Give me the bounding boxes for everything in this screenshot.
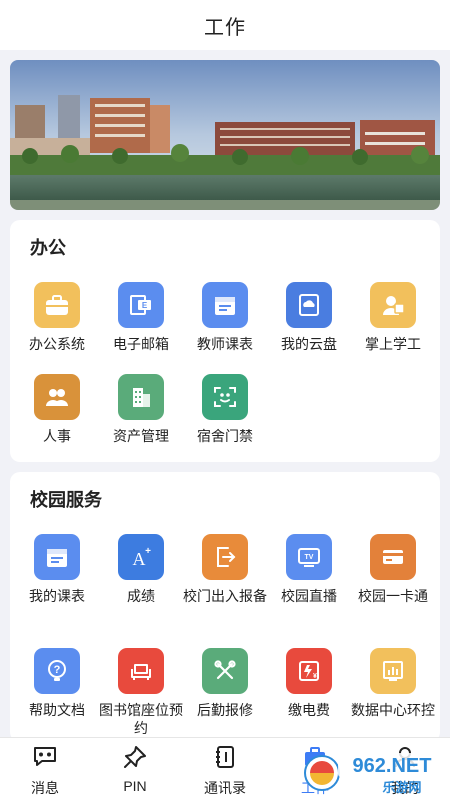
campus-item-label: 校园一卡通 [358, 588, 428, 604]
contacts-icon [216, 746, 234, 768]
office-item-label: 我的云盘 [281, 336, 337, 352]
campus-item-label: 帮助文档 [29, 702, 85, 718]
office-item-dorm-access[interactable]: 宿舍门禁 [182, 374, 268, 445]
campus-item-label: 数据中心环控 [351, 702, 435, 718]
svg-text:962.NET: 962.NET [353, 755, 432, 777]
svg-text:E: E [142, 301, 148, 310]
office-item-office-system[interactable]: 办公系统 [14, 282, 100, 353]
nav-item-messages[interactable]: 消息 [0, 744, 90, 798]
help-icon: ? [34, 648, 80, 694]
card-icon [370, 534, 416, 580]
page-title: 工作 [204, 16, 246, 39]
cloud-disk-icon [286, 282, 332, 328]
schedule-icon [34, 534, 80, 580]
campus-item-campus-card[interactable]: 校园一卡通 [350, 534, 436, 605]
office-item-student-work[interactable]: 掌上学工 [350, 282, 436, 353]
campus-services-section: 校园服务 我的课表 A + 成绩 校门出入报备 TV 校园直播 校园一卡通 ? 帮… [10, 472, 440, 742]
office-item-label: 教师课表 [197, 336, 253, 352]
campus-item-data-center[interactable]: 数据中心环控 [350, 648, 436, 719]
campus-item-label: 校园直播 [281, 588, 337, 604]
office-item-label: 宿舍门禁 [197, 428, 253, 444]
nav-item-contacts[interactable]: 通讯录 [180, 744, 270, 798]
nav-label: PIN [123, 778, 147, 794]
nav-label: 消息 [31, 780, 59, 796]
campus-item-label: 校门出入报备 [183, 588, 267, 604]
office-item-label: 资产管理 [113, 428, 169, 444]
svg-text:乐游网: 乐游网 [382, 780, 421, 795]
office-item-label: 电子邮箱 [113, 336, 169, 352]
svg-text:?: ? [54, 664, 61, 676]
campus-item-gate-report[interactable]: 校门出入报备 [182, 534, 268, 605]
office-item-label: 人事 [43, 428, 71, 444]
data-center-icon [370, 648, 416, 694]
building-icon [118, 374, 164, 420]
site-watermark: 962.NET 乐游网 [302, 750, 450, 796]
people-icon [34, 374, 80, 420]
message-icon [34, 747, 56, 766]
office-item-email[interactable]: E 电子邮箱 [98, 282, 184, 353]
watermark-logo: 962.NET 乐游网 [304, 753, 446, 795]
office-section: 办公 办公系统 E 电子邮箱 教师课表 我的云盘 掌上学工 人事 资产管理 宿舍… [10, 220, 440, 462]
campus-item-label: 图书馆座位预约 [99, 702, 183, 736]
pin-icon [124, 746, 146, 768]
schedule-icon [202, 282, 248, 328]
office-item-hr[interactable]: 人事 [14, 374, 100, 445]
campus-item-help-docs[interactable]: ? 帮助文档 [14, 648, 100, 719]
nav-label: 通讯录 [204, 780, 246, 796]
office-section-title: 办公 [30, 238, 66, 258]
office-item-label: 掌上学工 [365, 336, 421, 352]
svg-text:TV: TV [305, 554, 314, 561]
campus-item-label: 我的课表 [29, 588, 85, 604]
svg-text:A: A [133, 549, 146, 569]
briefcase-icon [34, 282, 80, 328]
office-item-teacher-schedule[interactable]: 教师课表 [182, 282, 268, 353]
electric-bill-icon: ¥ [286, 648, 332, 694]
student-icon [370, 282, 416, 328]
repair-icon [202, 648, 248, 694]
campus-item-grades[interactable]: A + 成绩 [98, 534, 184, 605]
campus-banner-image[interactable] [10, 60, 440, 210]
face-scan-icon [202, 374, 248, 420]
svg-text:+: + [145, 546, 151, 557]
svg-text:¥: ¥ [313, 673, 317, 680]
mail-icon: E [118, 282, 164, 328]
campus-item-repair[interactable]: 后勤报修 [182, 648, 268, 719]
tv-icon: TV [286, 534, 332, 580]
campus-section-title: 校园服务 [30, 490, 102, 510]
campus-item-electric-bill[interactable]: ¥ 缴电费 [266, 648, 352, 719]
app-header: 工作 [0, 0, 450, 50]
grade-icon: A + [118, 534, 164, 580]
office-item-label: 办公系统 [29, 336, 85, 352]
seat-icon [118, 648, 164, 694]
campus-item-my-schedule[interactable]: 我的课表 [14, 534, 100, 605]
office-item-cloud-disk[interactable]: 我的云盘 [266, 282, 352, 353]
campus-item-live[interactable]: TV 校园直播 [266, 534, 352, 605]
campus-item-library-seat[interactable]: 图书馆座位预约 [98, 648, 184, 737]
gate-report-icon [202, 534, 248, 580]
campus-photo [10, 60, 440, 210]
campus-item-label: 后勤报修 [197, 702, 253, 718]
nav-item-pin[interactable]: PIN [90, 744, 180, 794]
campus-item-label: 成绩 [127, 588, 155, 604]
campus-item-label: 缴电费 [288, 702, 330, 718]
office-item-asset-management[interactable]: 资产管理 [98, 374, 184, 445]
